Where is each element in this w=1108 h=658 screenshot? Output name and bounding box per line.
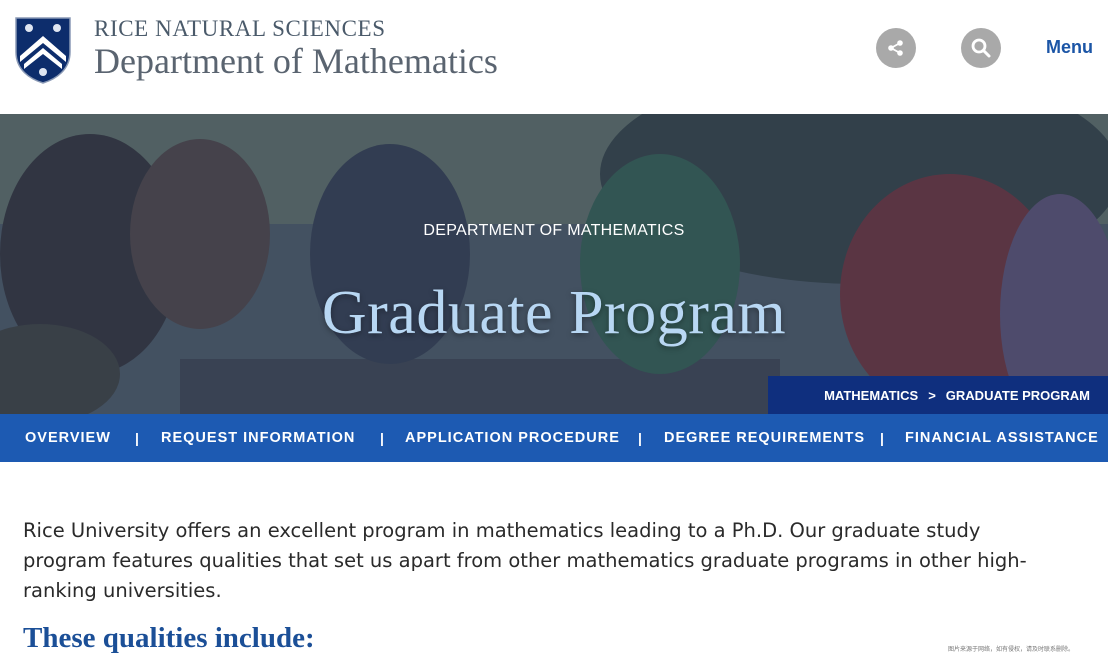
intro-paragraph: Rice University offers an excellent prog… xyxy=(23,519,1027,602)
search-icon xyxy=(971,38,991,58)
search-button[interactable] xyxy=(961,28,1001,68)
qualities-heading: These qualities include: xyxy=(23,622,315,654)
section-nav: OVERVIEW | REQUEST INFORMATION | APPLICA… xyxy=(0,414,1108,462)
site-header: RICE NATURAL SCIENCES Department of Math… xyxy=(0,0,1108,114)
image-credit-note: 图片来源于网络，如有侵权，请及时联系删除。 xyxy=(948,647,1075,653)
share-button[interactable] xyxy=(876,28,916,68)
nav-application-procedure[interactable]: APPLICATION PROCEDURE xyxy=(405,430,620,446)
nav-separator: | xyxy=(135,430,139,446)
breadcrumb-separator: > xyxy=(928,387,936,403)
nav-degree-requirements[interactable]: DEGREE REQUIREMENTS xyxy=(664,430,865,446)
brand-title[interactable]: Department of Mathematics xyxy=(94,40,498,82)
nav-separator: | xyxy=(638,430,642,446)
breadcrumb-graduate-program[interactable]: GRADUATE PROGRAM xyxy=(946,388,1090,403)
nav-financial-assistance[interactable]: FINANCIAL ASSISTANCE xyxy=(905,430,1099,446)
menu-button[interactable]: Menu xyxy=(1046,37,1093,58)
hero-overlay xyxy=(0,114,1108,414)
brand-subtitle[interactable]: RICE NATURAL SCIENCES xyxy=(94,16,386,42)
hero-eyebrow: DEPARTMENT OF MATHEMATICS xyxy=(423,222,685,239)
nav-separator: | xyxy=(380,430,384,446)
breadcrumb: MATHEMATICS > GRADUATE PROGRAM xyxy=(768,376,1108,414)
nav-separator: | xyxy=(880,430,884,446)
page-title: Graduate Program xyxy=(321,279,787,347)
share-icon xyxy=(888,40,903,56)
breadcrumb-mathematics[interactable]: MATHEMATICS xyxy=(824,388,918,403)
hero-banner: DEPARTMENT OF MATHEMATICS Graduate Progr… xyxy=(0,114,1108,414)
nav-overview[interactable]: OVERVIEW xyxy=(25,430,111,446)
rice-shield-logo[interactable] xyxy=(14,16,72,84)
nav-request-information[interactable]: REQUEST INFORMATION xyxy=(161,430,355,446)
